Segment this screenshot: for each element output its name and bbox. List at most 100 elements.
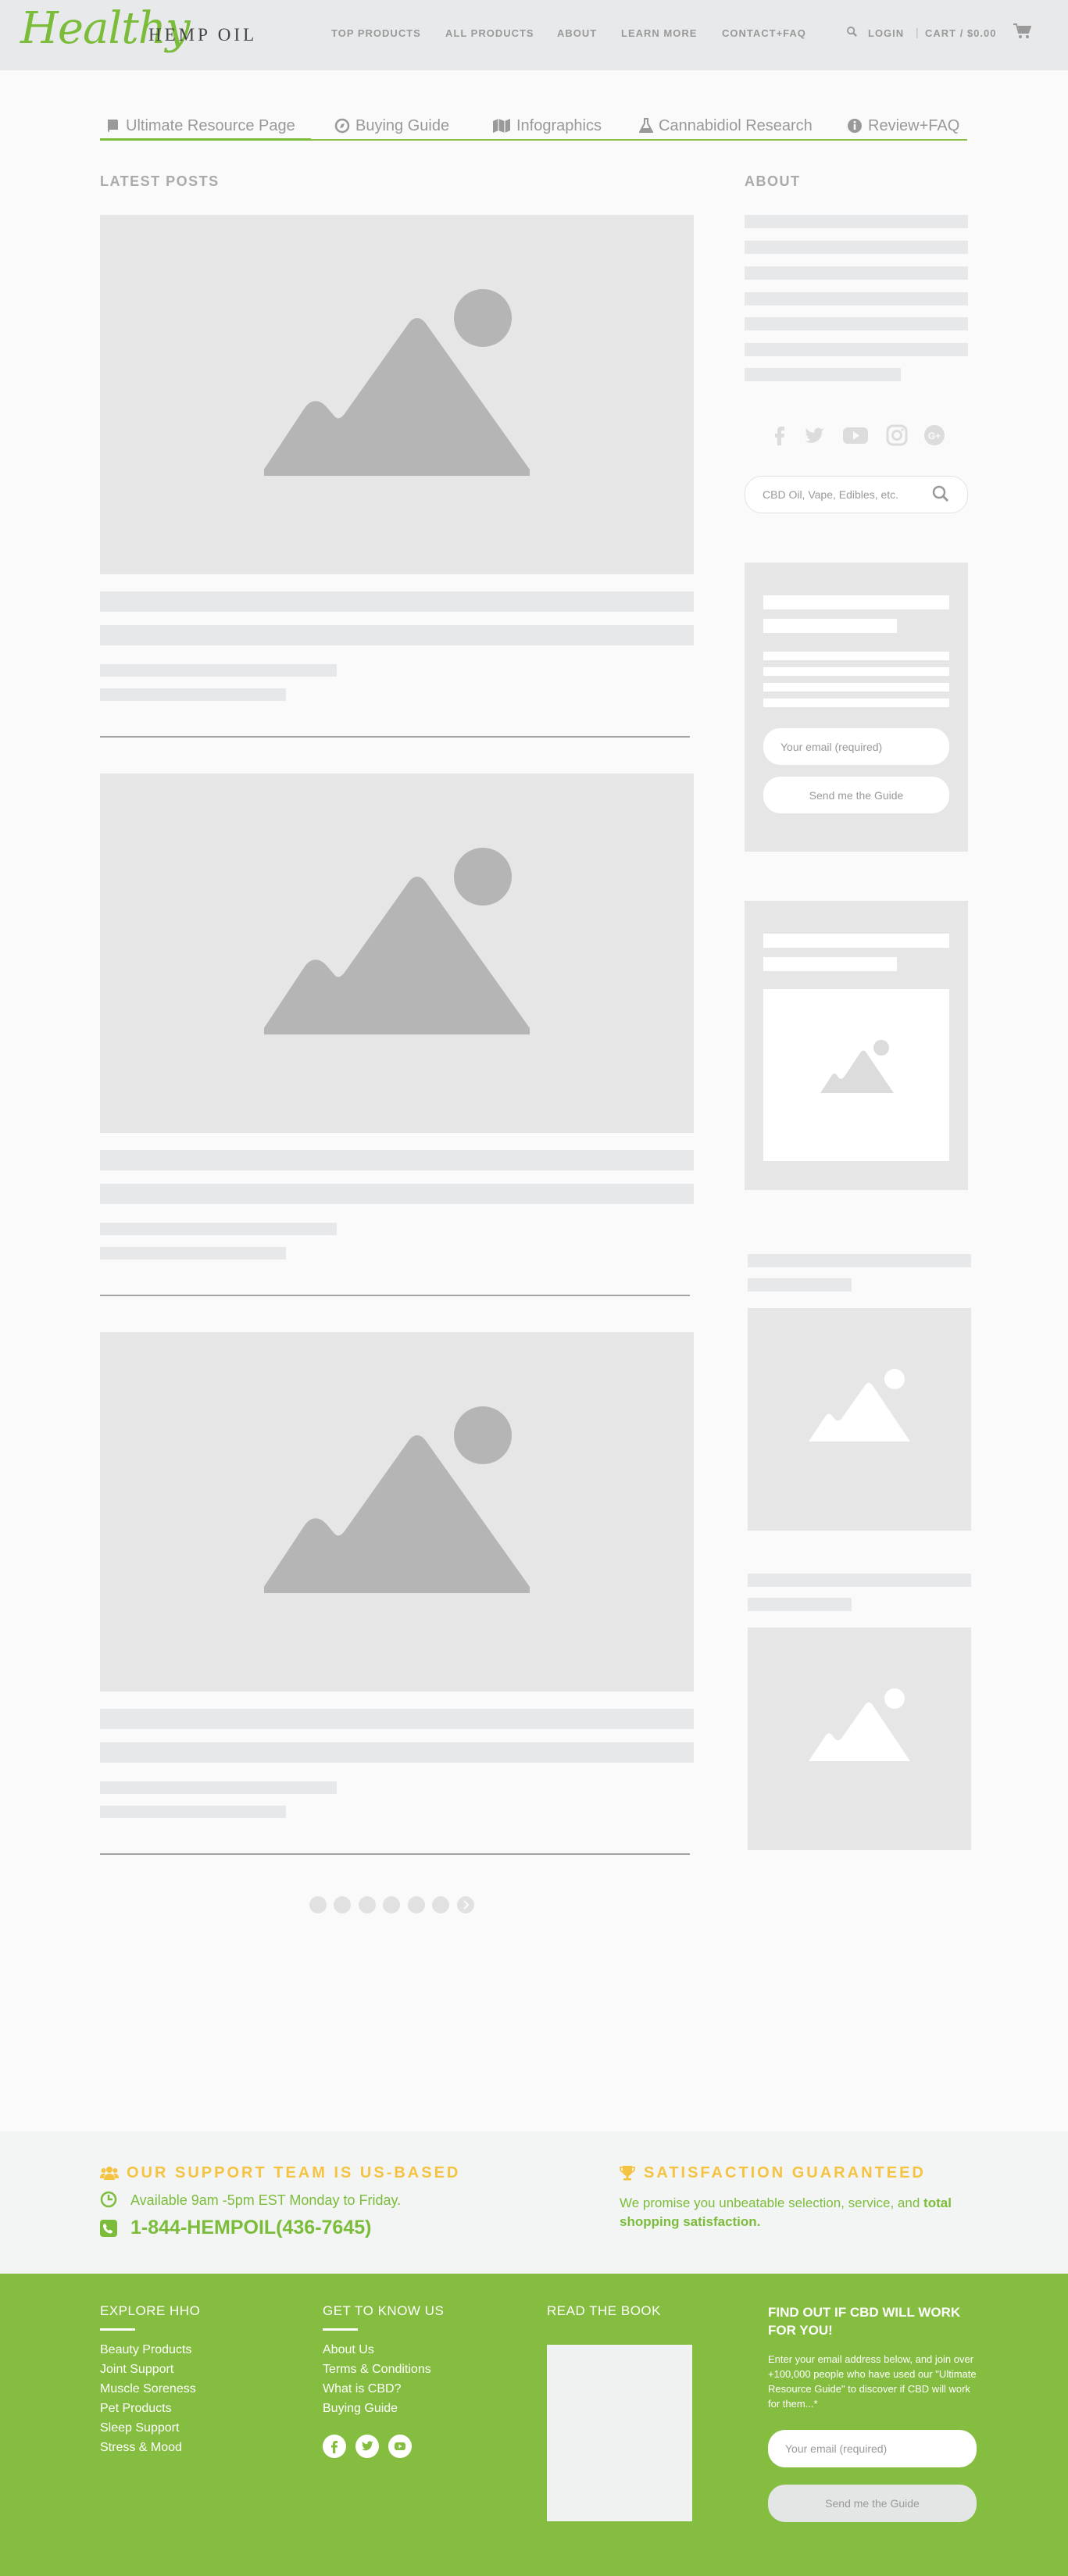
cbd-title-line: FOR YOU! — [768, 2323, 833, 2338]
book-cover-image[interactable] — [547, 2345, 692, 2521]
google-plus-icon[interactable]: G+ — [923, 423, 946, 447]
info-icon — [848, 119, 862, 133]
guide-signup-panel: Your email (required) Send me the Guide — [745, 563, 968, 852]
site-header: Healthy HEMP OIL TOP PRODUCTS ALL PRODUC… — [0, 0, 1068, 70]
nav-login[interactable]: LOGIN — [868, 27, 904, 39]
nav-learn-more[interactable]: LEARN MORE — [621, 27, 697, 39]
phone-icon — [100, 2220, 117, 2237]
support-team-title: OUR SUPPORT TEAM IS US-BASED — [127, 2164, 461, 2181]
post-divider — [100, 1853, 690, 1855]
footer-link-pet[interactable]: Pet Products — [100, 2402, 172, 2416]
guarantee-bold: total — [923, 2195, 952, 2210]
send-guide-button[interactable]: Send me the Guide — [763, 777, 949, 813]
post-title-bar — [100, 1742, 694, 1763]
post-meta-bar — [100, 1806, 286, 1818]
guarantee-text-part: We promise you unbeatable selection, ser… — [620, 2195, 924, 2210]
pagination-dot[interactable] — [432, 1896, 449, 1913]
card-title-bar — [748, 1574, 971, 1587]
pagination-dot[interactable] — [334, 1896, 351, 1913]
email-placeholder: Your email (required) — [780, 740, 883, 753]
flask-icon — [639, 118, 653, 133]
support-phone[interactable]: 1-844-HEMPOIL(436-7645) — [130, 2217, 371, 2239]
tab-label: Review+FAQ — [868, 116, 960, 134]
know-us-title: GET TO KNOW US — [323, 2303, 445, 2318]
about-text-bar — [745, 292, 968, 305]
pagination-dot[interactable] — [408, 1896, 425, 1913]
cbd-signup-title: FIND OUT IF CBD WILL WORK FOR YOU! — [768, 2303, 960, 2339]
nav-all-products[interactable]: ALL PRODUCTS — [445, 27, 534, 39]
panel-text-bar — [763, 683, 949, 691]
button-label: Send me the Guide — [825, 2497, 920, 2510]
post-divider — [100, 736, 690, 738]
sidebar-card-image[interactable] — [748, 1308, 971, 1531]
tab-label: Cannabidiol Research — [659, 116, 813, 134]
cart-icon[interactable] — [1013, 23, 1031, 40]
image-placeholder-icon — [809, 1369, 910, 1442]
twitter-icon[interactable] — [803, 423, 827, 447]
post-image[interactable] — [100, 774, 694, 1133]
post-image[interactable] — [100, 215, 694, 574]
nav-separator: | — [916, 26, 919, 38]
facebook-icon[interactable] — [323, 2435, 346, 2458]
post-title-bar — [100, 591, 694, 612]
nav-contact-faq[interactable]: CONTACT+FAQ — [722, 27, 806, 39]
tab-infographics[interactable]: Infographics — [492, 114, 602, 138]
widget-image[interactable] — [763, 989, 949, 1161]
support-hours: Available 9am -5pm EST Monday to Friday. — [130, 2192, 402, 2208]
chevron-right-icon — [463, 1900, 470, 1910]
pagination-dot[interactable] — [383, 1896, 400, 1913]
footer-link-muscle[interactable]: Muscle Soreness — [100, 2382, 196, 2396]
card-title-bar — [748, 1254, 971, 1267]
about-text-bar — [745, 241, 968, 254]
guide-email-field[interactable]: Your email (required) — [763, 728, 949, 765]
pagination-dot[interactable] — [359, 1896, 376, 1913]
post-meta-bar — [100, 1247, 286, 1259]
book-icon — [108, 120, 118, 132]
facebook-icon[interactable] — [768, 423, 791, 447]
image-placeholder-icon — [264, 1406, 530, 1593]
nav-about[interactable]: ABOUT — [557, 27, 597, 39]
trophy-icon — [620, 2166, 635, 2181]
card-title-bar — [748, 1598, 852, 1611]
sidebar-card-image[interactable] — [748, 1627, 971, 1850]
nav-cart[interactable]: CART / $0.00 — [925, 27, 996, 39]
compass-icon — [334, 118, 350, 134]
footer-email-field[interactable]: Your email (required) — [768, 2430, 977, 2467]
footer-link-what-is-cbd[interactable]: What is CBD? — [323, 2382, 401, 2396]
image-placeholder-icon — [820, 1040, 894, 1093]
search-icon[interactable] — [846, 26, 858, 38]
twitter-icon[interactable] — [355, 2435, 379, 2458]
tab-review-faq[interactable]: Review+FAQ — [847, 114, 959, 138]
footer-link-joint[interactable]: Joint Support — [100, 2363, 173, 2377]
footer-link-buying-guide[interactable]: Buying Guide — [323, 2402, 398, 2416]
tab-label: Buying Guide — [355, 116, 450, 134]
footer-link-terms[interactable]: Terms & Conditions — [323, 2363, 431, 2377]
guarantee-text: We promise you unbeatable selection, ser… — [620, 2194, 971, 2231]
nav-top-products[interactable]: TOP PRODUCTS — [331, 27, 421, 39]
footer-send-guide-button[interactable]: Send me the Guide — [768, 2485, 977, 2522]
post-image[interactable] — [100, 1332, 694, 1692]
email-placeholder: Your email (required) — [785, 2442, 888, 2455]
footer-link-beauty[interactable]: Beauty Products — [100, 2343, 191, 2357]
footer-link-stress[interactable]: Stress & Mood — [100, 2441, 182, 2455]
about-text-bar — [745, 343, 968, 356]
button-label: Send me the Guide — [809, 788, 904, 802]
pagination-next-button[interactable] — [457, 1896, 474, 1913]
search-icon[interactable] — [931, 484, 950, 503]
footer-link-about[interactable]: About Us — [323, 2343, 374, 2357]
tab-cannabidiol-research[interactable]: Cannabidiol Research — [639, 114, 813, 138]
footer-link-sleep[interactable]: Sleep Support — [100, 2421, 179, 2435]
tab-ultimate-resource[interactable]: Ultimate Resource Page — [106, 114, 295, 138]
image-placeholder-icon — [264, 289, 530, 476]
panel-text-bar — [763, 667, 949, 676]
youtube-icon[interactable] — [842, 423, 869, 447]
tab-buying-guide[interactable]: Buying Guide — [334, 114, 449, 138]
title-underline — [323, 2328, 358, 2331]
youtube-icon[interactable] — [388, 2435, 412, 2458]
latest-posts-title: LATEST POSTS — [100, 173, 220, 189]
instagram-icon[interactable] — [885, 423, 909, 447]
pagination-dot[interactable] — [309, 1896, 327, 1913]
post-title-bar — [100, 625, 694, 645]
logo-text[interactable]: HEMP OIL — [148, 25, 257, 45]
post-title-bar — [100, 1709, 694, 1729]
